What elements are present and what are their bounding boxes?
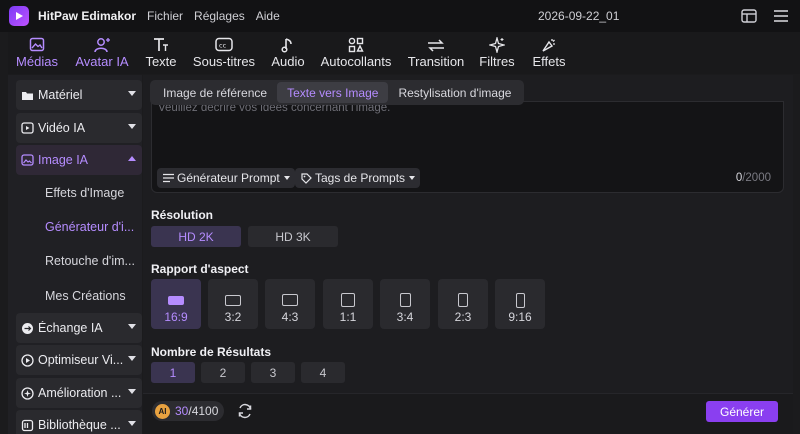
- optimizer-icon: [20, 353, 34, 367]
- resolution-title: Résolution: [151, 208, 213, 222]
- swap-icon: [20, 321, 34, 335]
- main-toolbar: Médias Avatar IA Texte cc Sous-titres Au…: [8, 32, 800, 74]
- sidebar-item-library[interactable]: Bibliothèque ...: [16, 410, 142, 434]
- square-ratio-icon: [341, 293, 355, 307]
- chevron-down-icon: [128, 124, 136, 129]
- prompt-generator-button[interactable]: Générateur Prompt: [157, 168, 295, 188]
- filters-icon: [487, 36, 507, 53]
- chevron-down-icon: [128, 324, 136, 329]
- landscape-ratio-icon: [282, 293, 298, 307]
- portrait-ratio-icon: [515, 292, 525, 308]
- avatar-icon: [92, 36, 112, 53]
- sidebar-sub-image-effects[interactable]: Effets d'Image: [45, 186, 124, 200]
- tool-media[interactable]: Médias: [8, 32, 66, 74]
- sidebar-item-enhancement[interactable]: Amélioration ...: [16, 378, 142, 408]
- menu-file[interactable]: Fichier: [147, 9, 183, 23]
- hamburger-menu-icon[interactable]: [772, 7, 790, 25]
- char-counter: 0/2000: [735, 172, 771, 184]
- tool-audio[interactable]: Audio: [264, 32, 312, 74]
- results-option-4[interactable]: 4: [301, 362, 345, 383]
- tab-image-restyle[interactable]: Restylisation d'image: [388, 82, 521, 103]
- library-icon: [20, 418, 34, 432]
- tab-text-to-image[interactable]: Texte vers Image: [277, 82, 389, 103]
- landscape-ratio-icon: [225, 293, 241, 307]
- chevron-down-icon: [128, 356, 136, 361]
- layout-icon[interactable]: [740, 7, 758, 25]
- chevron-down-icon: [409, 176, 416, 180]
- tool-transition[interactable]: Transition: [400, 32, 472, 74]
- results-count-title: Nombre de Résultats: [151, 345, 272, 359]
- menu-settings[interactable]: Réglages: [194, 9, 245, 23]
- credits-counter: AI 30/4100: [152, 401, 225, 421]
- prompt-box: Veuillez décrire vos idées concernant l'…: [151, 101, 784, 193]
- aspect-option-2-3[interactable]: 2:3: [438, 279, 488, 329]
- text-icon: [151, 36, 171, 53]
- enhance-icon: [20, 386, 34, 400]
- portrait-ratio-icon: [458, 293, 468, 307]
- tool-text[interactable]: Texte: [138, 32, 184, 74]
- aspect-option-1-1[interactable]: 1:1: [323, 279, 373, 329]
- sidebar-item-material[interactable]: Matériel: [16, 80, 142, 110]
- chevron-up-icon: [128, 156, 136, 161]
- tab-reference-image[interactable]: Image de référence: [153, 82, 277, 103]
- media-icon: [27, 36, 47, 53]
- stickers-icon: [346, 36, 366, 53]
- tool-filters[interactable]: Filtres: [472, 32, 522, 74]
- results-option-2[interactable]: 2: [201, 362, 245, 383]
- panel-footer: AI 30/4100 Générer: [143, 393, 793, 434]
- chevron-down-icon: [128, 421, 136, 426]
- image-generator-panel: Veuillez décrire vos idées concernant l'…: [143, 75, 793, 434]
- ai-credit-coin-icon: AI: [155, 403, 170, 419]
- title-bar: HitPaw Edimakor Fichier Réglages Aide 20…: [0, 0, 800, 32]
- panel-scrollbar[interactable]: [789, 75, 793, 393]
- music-note-icon: [278, 36, 298, 53]
- aspect-option-16-9[interactable]: 16:9: [151, 279, 201, 329]
- sidebar-item-video-ai[interactable]: Vidéo IA: [16, 113, 142, 143]
- list-icon: [162, 172, 174, 184]
- portrait-ratio-icon: [399, 293, 411, 307]
- sidebar-item-image-ai[interactable]: Image IA: [16, 145, 142, 175]
- generate-button[interactable]: Générer: [706, 401, 778, 422]
- tool-effects[interactable]: Effets: [522, 32, 576, 74]
- effects-icon: [539, 36, 559, 53]
- sidebar-sub-image-retouch[interactable]: Retouche d'im...: [45, 254, 135, 268]
- folder-icon: [20, 88, 34, 102]
- subtitles-icon: cc: [214, 36, 234, 53]
- mode-tabs: Image de référence Texte vers Image Rest…: [150, 80, 525, 105]
- sidebar-item-video-optimizer[interactable]: Optimiseur Vi...: [16, 345, 142, 375]
- sidebar: Matériel Vidéo IA Image IA Effets d'Imag…: [8, 75, 142, 434]
- chevron-down-icon: [283, 176, 290, 180]
- tool-subtitles[interactable]: cc Sous-titres: [184, 32, 264, 74]
- resolution-option-2k[interactable]: HD 2K: [151, 226, 241, 247]
- refresh-icon[interactable]: [236, 402, 254, 420]
- transition-icon: [426, 36, 446, 53]
- chevron-down-icon: [128, 389, 136, 394]
- document-title: 2026-09-22_01: [538, 9, 620, 23]
- resolution-option-3k[interactable]: HD 3K: [248, 226, 338, 247]
- tag-icon: [300, 172, 312, 184]
- sidebar-sub-image-generator[interactable]: Générateur d'i...: [45, 220, 134, 234]
- chevron-down-icon: [128, 91, 136, 96]
- menu-bar: Fichier Réglages Aide: [147, 9, 280, 23]
- landscape-ratio-icon: [168, 293, 184, 307]
- sidebar-sub-my-creations[interactable]: Mes Créations: [45, 289, 126, 303]
- prompt-tags-button[interactable]: Tags de Prompts: [295, 168, 421, 188]
- aspect-ratio-title: Rapport d'aspect: [151, 262, 249, 276]
- video-ai-icon: [20, 121, 34, 135]
- aspect-option-4-3[interactable]: 4:3: [265, 279, 315, 329]
- menu-help[interactable]: Aide: [256, 9, 280, 23]
- app-name: HitPaw Edimakor: [38, 9, 137, 23]
- image-ai-icon: [20, 153, 34, 167]
- aspect-option-3-2[interactable]: 3:2: [208, 279, 258, 329]
- results-option-1[interactable]: 1: [151, 362, 195, 383]
- aspect-option-3-4[interactable]: 3:4: [380, 279, 430, 329]
- tool-avatar-ai[interactable]: Avatar IA: [66, 32, 138, 74]
- sidebar-item-swap-ai[interactable]: Échange IA: [16, 313, 142, 343]
- results-option-3[interactable]: 3: [251, 362, 295, 383]
- tool-stickers[interactable]: Autocollants: [312, 32, 400, 74]
- svg-text:cc: cc: [219, 42, 227, 50]
- app-logo-icon: [9, 6, 29, 26]
- aspect-option-9-16[interactable]: 9:16: [495, 279, 545, 329]
